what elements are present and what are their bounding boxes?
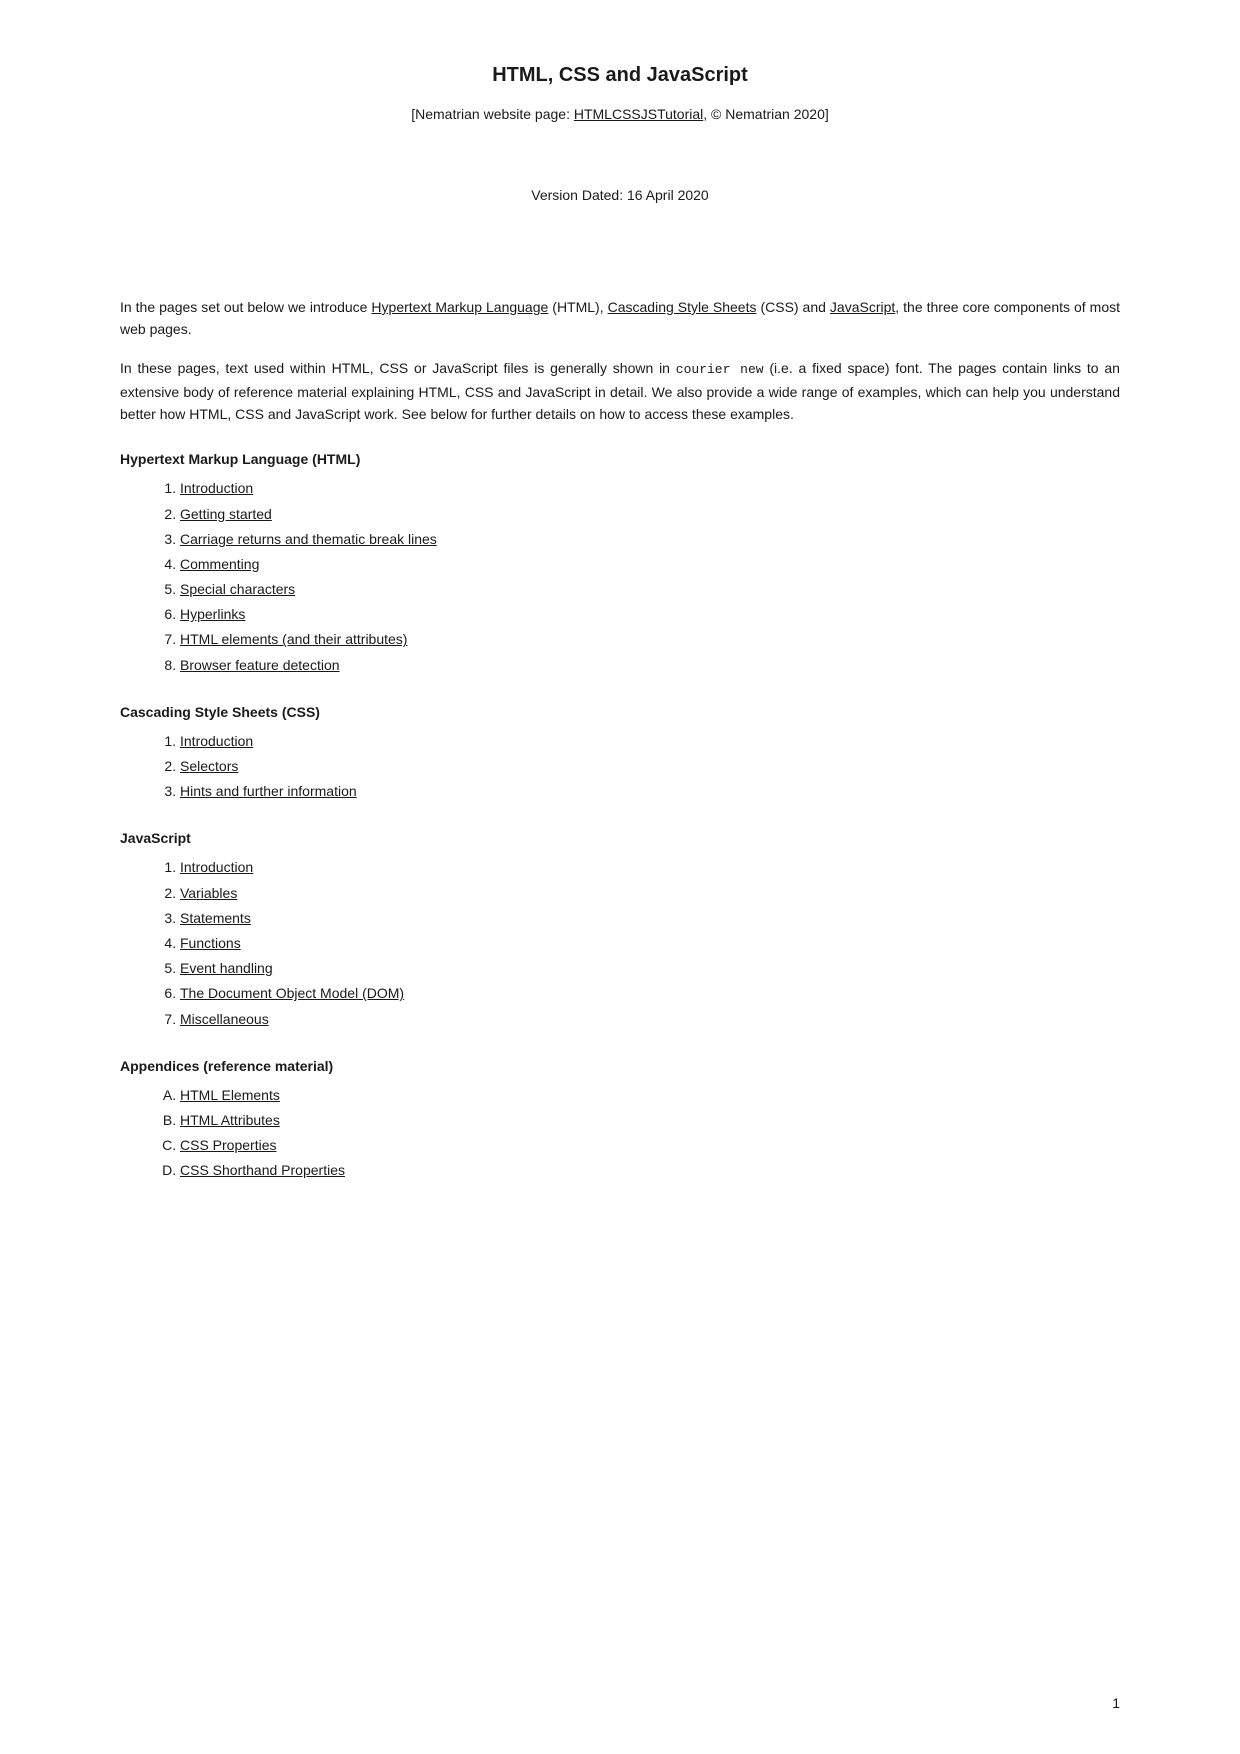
css-hints-link[interactable]: Hints and further information <box>180 783 357 799</box>
js-functions-link[interactable]: Functions <box>180 935 241 951</box>
js-section-heading: JavaScript <box>120 828 1120 849</box>
list-item: Functions <box>180 931 1120 956</box>
subtitle-rest: , © Nematrian 2020] <box>703 106 829 122</box>
list-item: HTML Elements <box>180 1083 1120 1108</box>
html-link[interactable]: Hypertext Markup Language <box>371 299 548 315</box>
list-item: HTML Attributes <box>180 1108 1120 1133</box>
subtitle: [Nematrian website page: HTMLCSSJSTutori… <box>120 104 1120 125</box>
html-commenting-link[interactable]: Commenting <box>180 556 259 572</box>
appendix-css-properties-link[interactable]: CSS Properties <box>180 1137 276 1153</box>
list-item: Introduction <box>180 476 1120 501</box>
appendices-section-heading: Appendices (reference material) <box>120 1056 1120 1077</box>
css-section-heading: Cascading Style Sheets (CSS) <box>120 702 1120 723</box>
css-intro-link[interactable]: Introduction <box>180 733 253 749</box>
list-item: Introduction <box>180 729 1120 754</box>
appendix-html-attributes-link[interactable]: HTML Attributes <box>180 1112 280 1128</box>
list-item: Selectors <box>180 754 1120 779</box>
js-toc-list: Introduction Variables Statements Functi… <box>120 855 1120 1031</box>
page-title: HTML, CSS and JavaScript <box>120 60 1120 90</box>
css-selectors-link[interactable]: Selectors <box>180 758 238 774</box>
list-item: HTML elements (and their attributes) <box>180 627 1120 652</box>
list-item: Special characters <box>180 577 1120 602</box>
appendix-html-elements-link[interactable]: HTML Elements <box>180 1087 280 1103</box>
version-date: Version Dated: 16 April 2020 <box>120 185 1120 206</box>
css-toc-list: Introduction Selectors Hints and further… <box>120 729 1120 805</box>
list-item: Statements <box>180 906 1120 931</box>
css-section: Cascading Style Sheets (CSS) Introductio… <box>120 702 1120 805</box>
js-link[interactable]: JavaScript <box>830 299 895 315</box>
list-item: Hints and further information <box>180 779 1120 804</box>
intro-p2-before: In these pages, text used within HTML, C… <box>120 360 676 376</box>
html-section: Hypertext Markup Language (HTML) Introdu… <box>120 449 1120 678</box>
list-item: Browser feature detection <box>180 653 1120 678</box>
css-link[interactable]: Cascading Style Sheets <box>608 299 757 315</box>
js-statements-link[interactable]: Statements <box>180 910 251 926</box>
list-item: Variables <box>180 881 1120 906</box>
js-event-handling-link[interactable]: Event handling <box>180 960 273 976</box>
list-item: Commenting <box>180 552 1120 577</box>
list-item: Hyperlinks <box>180 602 1120 627</box>
list-item: CSS Shorthand Properties <box>180 1158 1120 1183</box>
html-special-chars-link[interactable]: Special characters <box>180 581 295 597</box>
code-font-example: courier new <box>676 362 764 377</box>
list-item: Carriage returns and thematic break line… <box>180 527 1120 552</box>
appendices-section: Appendices (reference material) HTML Ele… <box>120 1056 1120 1184</box>
list-item: Introduction <box>180 855 1120 880</box>
html-browser-detection-link[interactable]: Browser feature detection <box>180 657 340 673</box>
html-carriage-returns-link[interactable]: Carriage returns and thematic break line… <box>180 531 437 547</box>
list-item: Getting started <box>180 502 1120 527</box>
intro-p1-mid1: (HTML), <box>548 299 607 315</box>
appendices-toc-list: HTML Elements HTML Attributes CSS Proper… <box>120 1083 1120 1184</box>
html-intro-link[interactable]: Introduction <box>180 480 253 496</box>
html-hyperlinks-link[interactable]: Hyperlinks <box>180 606 245 622</box>
js-misc-link[interactable]: Miscellaneous <box>180 1011 269 1027</box>
page-number: 1 <box>1112 1693 1120 1714</box>
intro-paragraph-2: In these pages, text used within HTML, C… <box>120 357 1120 426</box>
subtitle-link[interactable]: HTMLCSSJSTutorial <box>574 106 703 122</box>
js-intro-link[interactable]: Introduction <box>180 859 253 875</box>
html-section-heading: Hypertext Markup Language (HTML) <box>120 449 1120 470</box>
list-item: Miscellaneous <box>180 1007 1120 1032</box>
list-item: CSS Properties <box>180 1133 1120 1158</box>
subtitle-text: [Nematrian website page: <box>411 106 574 122</box>
html-toc-list: Introduction Getting started Carriage re… <box>120 476 1120 678</box>
list-item: The Document Object Model (DOM) <box>180 981 1120 1006</box>
html-elements-link[interactable]: HTML elements (and their attributes) <box>180 631 407 647</box>
intro-p1-before: In the pages set out below we introduce <box>120 299 371 315</box>
list-item: Event handling <box>180 956 1120 981</box>
intro-paragraph-1: In the pages set out below we introduce … <box>120 296 1120 341</box>
intro-p1-mid2: (CSS) and <box>756 299 829 315</box>
js-section: JavaScript Introduction Variables Statem… <box>120 828 1120 1031</box>
js-dom-link[interactable]: The Document Object Model (DOM) <box>180 985 404 1001</box>
js-variables-link[interactable]: Variables <box>180 885 237 901</box>
appendix-css-shorthand-link[interactable]: CSS Shorthand Properties <box>180 1162 345 1178</box>
html-getting-started-link[interactable]: Getting started <box>180 506 272 522</box>
